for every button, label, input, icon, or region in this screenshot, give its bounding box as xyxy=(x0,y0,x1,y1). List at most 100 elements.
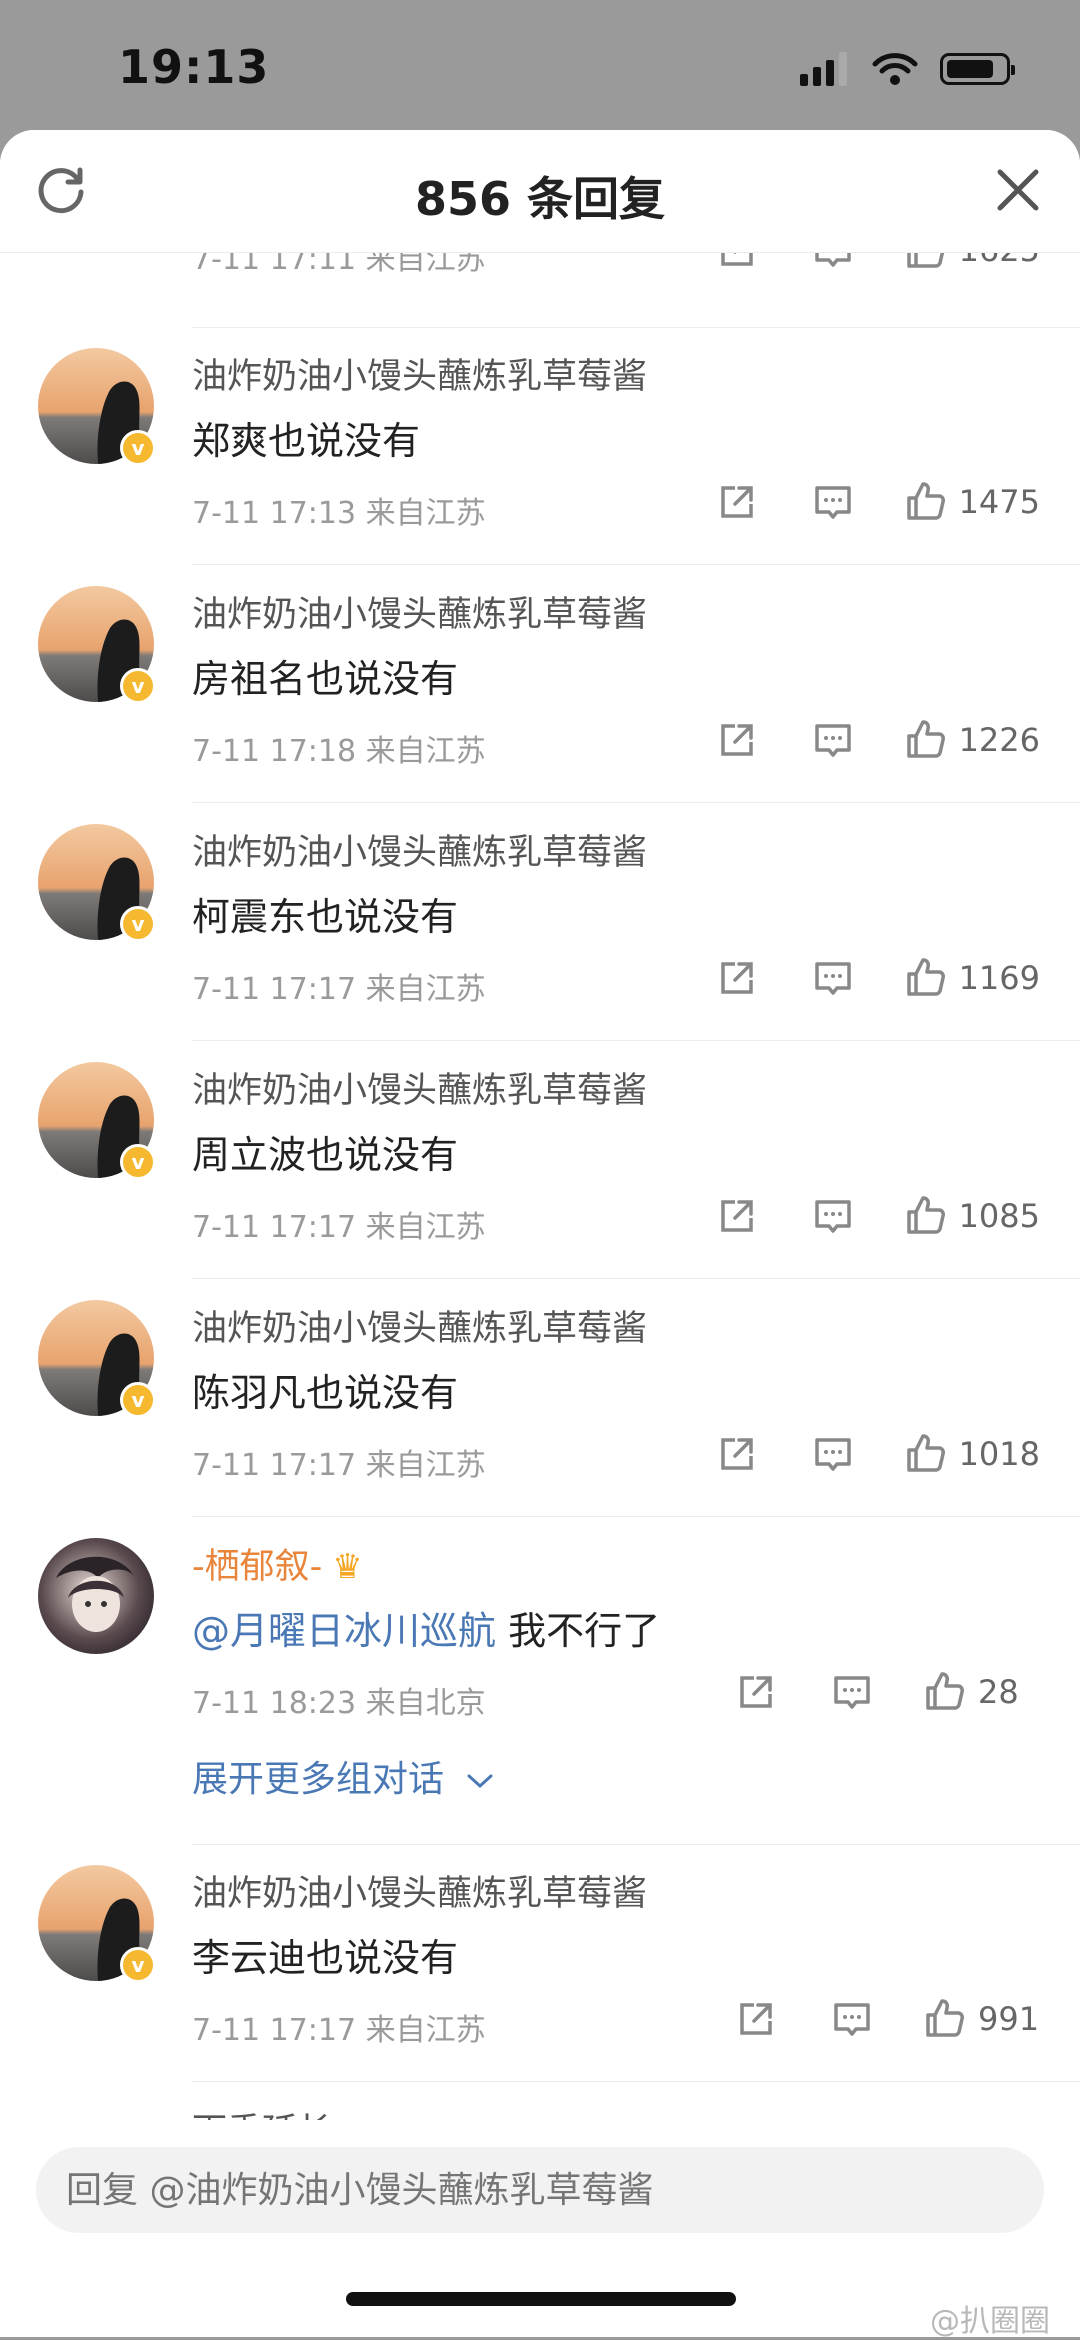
comment-meta: 7-11 17:17 来自江苏 xyxy=(192,2013,486,2048)
like-count: 1018 xyxy=(958,1435,1040,1473)
expand-conversation-link[interactable]: 展开更多组对话 xyxy=(192,1750,495,1802)
divider xyxy=(192,564,1080,565)
comment-meta: 7-11 18:23 来自北京 xyxy=(192,1686,486,1721)
like-button[interactable]: 1018 xyxy=(903,1432,1040,1476)
divider xyxy=(192,802,1080,803)
thumbs-up-icon xyxy=(906,482,945,520)
avatar[interactable] xyxy=(38,1538,154,1654)
username[interactable]: 油炸奶油小馒头蘸炼乳草莓酱 xyxy=(192,348,647,399)
verified-badge-icon: v xyxy=(120,1382,156,1418)
page-title: 856 条回复 xyxy=(414,172,666,226)
comment-meta: 7-11 17:13 来自江苏 xyxy=(192,496,486,531)
mention-link[interactable]: @月曜日冰川巡航 xyxy=(192,1609,496,1653)
divider xyxy=(192,327,1080,328)
comment-meta: 7-11 17:17 来自江苏 xyxy=(192,1448,486,1483)
username[interactable]: -栖郁叙- ♛ xyxy=(192,1538,363,1589)
avatar[interactable]: v xyxy=(38,586,156,704)
vip-crown-icon: ♛ xyxy=(332,1547,363,1587)
chevron-down-icon xyxy=(467,1774,493,1789)
like-count: 1085 xyxy=(958,1197,1040,1235)
comment-text: 李云迪也说没有 xyxy=(192,1936,459,1980)
comment-meta: 7-11 17:18 来自江苏 xyxy=(192,734,486,769)
thumbs-up-icon xyxy=(926,1672,964,1710)
username[interactable]: 油炸奶油小馒头蘸炼乳草莓酱 xyxy=(192,1300,647,1351)
comment-icon[interactable] xyxy=(830,1997,874,2041)
sheet-header: 856 条回复 xyxy=(0,130,1080,253)
share-icon[interactable] xyxy=(715,956,759,1000)
status-icons xyxy=(800,52,1015,86)
comment-actions: 1018 xyxy=(663,1432,1040,1476)
comment-text: 房祖名也说没有 xyxy=(192,657,459,701)
close-icon[interactable] xyxy=(996,168,1040,212)
comment-actions: 28 xyxy=(682,1670,1040,1714)
like-button[interactable]: 1625 xyxy=(903,252,1040,272)
username[interactable]: 油炸奶油小馒头蘸炼乳草莓酱 xyxy=(192,1062,647,1113)
comment-text: 郑爽也说没有 xyxy=(192,419,421,463)
like-button[interactable]: 1085 xyxy=(903,1194,1040,1238)
avatar-image xyxy=(38,1538,154,1654)
thumbs-up-icon xyxy=(906,1196,945,1234)
share-icon[interactable] xyxy=(715,480,759,524)
thumbs-up-icon xyxy=(926,1999,964,2037)
expand-label: 展开更多组对话 xyxy=(192,1759,445,1800)
divider xyxy=(192,1516,1080,1517)
share-icon[interactable] xyxy=(715,1194,759,1238)
avatar[interactable]: v xyxy=(38,1300,156,1418)
like-count: 1475 xyxy=(958,483,1040,521)
comment-text: @月曜日冰川巡航 我不行了 xyxy=(192,1600,660,1655)
like-button[interactable]: 1226 xyxy=(903,718,1040,762)
comment-icon[interactable] xyxy=(830,1670,874,1714)
verified-badge-icon: v xyxy=(120,430,156,466)
comment-text-body: 我不行了 xyxy=(496,1609,661,1653)
share-icon[interactable] xyxy=(715,252,759,272)
like-count: 28 xyxy=(978,1673,1019,1711)
username[interactable]: 油炸奶油小馒头蘸炼乳草莓酱 xyxy=(192,1865,647,1916)
share-icon[interactable] xyxy=(734,1997,778,2041)
comment-icon[interactable] xyxy=(811,1194,855,1238)
comment-icon[interactable] xyxy=(811,480,855,524)
thumbs-up-icon xyxy=(906,958,945,996)
comment-actions: 1475 xyxy=(663,480,1040,524)
like-button[interactable]: 1169 xyxy=(903,956,1040,1000)
reply-input[interactable] xyxy=(36,2147,1044,2233)
like-count: 1169 xyxy=(958,959,1040,997)
username[interactable]: 油炸奶油小馒头蘸炼乳草莓酱 xyxy=(192,824,647,875)
divider xyxy=(192,2081,1080,2082)
avatar[interactable]: v xyxy=(38,348,156,466)
like-button[interactable]: 1475 xyxy=(903,480,1040,524)
share-icon[interactable] xyxy=(734,1670,778,1714)
comment-actions: 1085 xyxy=(663,1194,1040,1238)
comment-list[interactable]: 7-11 17:11 来自江苏 1625 v 油炸奶油小馒头蘸炼乳草莓酱 郑爽也… xyxy=(0,252,1080,2250)
like-count: 1625 xyxy=(959,252,1040,269)
thumbs-up-icon xyxy=(906,252,944,268)
comment-meta: 7-11 17:11 来自江苏 xyxy=(192,252,486,277)
thumbs-up-icon xyxy=(906,720,945,758)
comment-icon[interactable] xyxy=(811,1432,855,1476)
divider xyxy=(192,1040,1080,1041)
share-icon[interactable] xyxy=(715,1432,759,1476)
avatar[interactable]: v xyxy=(38,824,156,942)
battery-icon xyxy=(940,53,1015,85)
comment-icon[interactable] xyxy=(811,956,855,1000)
thumbs-up-icon xyxy=(906,1434,945,1472)
verified-badge-icon: v xyxy=(120,668,156,704)
avatar[interactable]: v xyxy=(38,1865,156,1983)
watermark: @扒圈圈 xyxy=(930,2304,1050,2339)
divider xyxy=(192,1844,1080,1845)
share-icon[interactable] xyxy=(715,718,759,762)
like-count: 1226 xyxy=(958,721,1040,759)
comment-icon[interactable] xyxy=(811,718,855,762)
comment-text: 陈羽凡也说没有 xyxy=(192,1371,459,1415)
comment-actions: 1169 xyxy=(663,956,1040,1000)
like-button[interactable]: 28 xyxy=(922,1670,1040,1714)
verified-badge-icon: v xyxy=(120,1144,156,1180)
like-button[interactable]: 991 xyxy=(922,1997,1040,2041)
comment-actions: 1226 xyxy=(663,718,1040,762)
comment-text: 周立波也说没有 xyxy=(192,1133,459,1177)
home-indicator[interactable] xyxy=(346,2292,736,2306)
username[interactable]: 油炸奶油小馒头蘸炼乳草莓酱 xyxy=(192,586,647,637)
avatar[interactable]: v xyxy=(38,1062,156,1180)
comment-icon[interactable] xyxy=(811,252,855,272)
replies-sheet: 856 条回复 7-11 17:11 来自江苏 1625 xyxy=(0,130,1080,2337)
divider xyxy=(192,1278,1080,1279)
